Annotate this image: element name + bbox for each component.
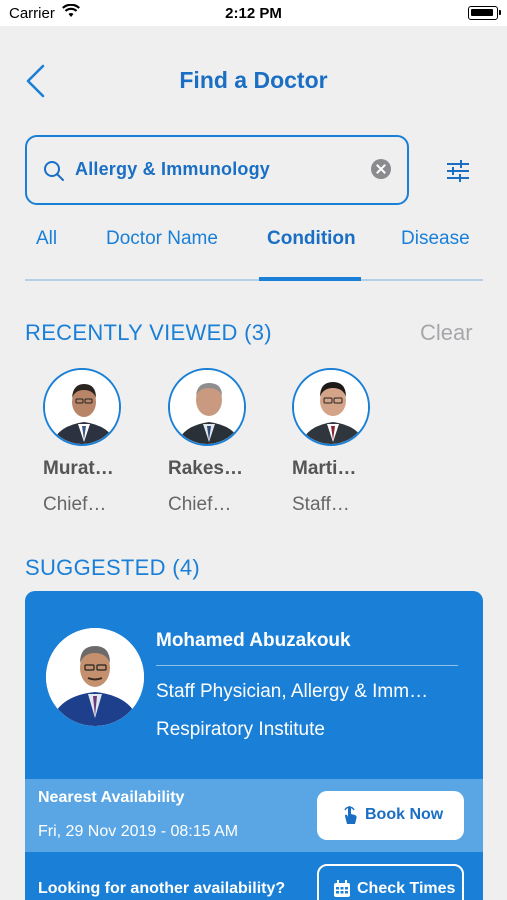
availability-label: Nearest Availability: [38, 789, 185, 806]
avatar: [168, 368, 246, 446]
doctor-title: Staff Physician, Allergy & Imm…: [156, 681, 429, 702]
clock: 2:12 PM: [225, 5, 282, 22]
clear-icon[interactable]: [371, 159, 391, 179]
availability-time: Fri, 29 Nov 2019 - 08:15 AM: [38, 823, 239, 840]
doctor-title: Chief…: [43, 494, 107, 515]
page-title: Find a Doctor: [179, 67, 328, 93]
doctor-name: Murat…: [43, 458, 114, 479]
avatar: [46, 628, 144, 726]
recent-doctor-card[interactable]: Marti… Staff…: [292, 368, 382, 516]
another-availability-label: Looking for another availability?: [38, 880, 286, 897]
availability-panel: Nearest Availability Fri, 29 Nov 2019 - …: [25, 779, 483, 852]
calendar-icon: [334, 880, 350, 897]
clear-button[interactable]: Clear: [420, 320, 473, 346]
search-input[interactable]: Allergy & Immunology: [25, 135, 409, 205]
sliders-icon[interactable]: [445, 158, 471, 184]
doctor-name: Mohamed Abuzakouk: [156, 630, 351, 651]
suggested-title: SUGGESTED (4): [25, 555, 201, 580]
tab-bar: All Doctor Name Condition Disease: [25, 228, 483, 282]
suggested-doctor-card[interactable]: Mohamed Abuzakouk Staff Physician, Aller…: [25, 591, 483, 900]
tap-hand-icon: [344, 806, 357, 824]
doctor-title: Chief…: [168, 494, 232, 515]
avatar: [43, 368, 121, 446]
doctor-name: Rakes…: [168, 458, 243, 479]
tab-disease[interactable]: Disease: [401, 228, 470, 250]
check-times-label: Check Times: [357, 880, 456, 897]
status-bar: Carrier 2:12 PM: [0, 0, 507, 26]
book-now-label: Book Now: [365, 806, 444, 823]
tab-track: [25, 279, 483, 281]
recent-doctor-card[interactable]: Rakes… Chief…: [168, 368, 258, 516]
divider: [156, 665, 458, 666]
check-times-button[interactable]: Check Times: [317, 864, 464, 900]
doctor-name: Marti…: [292, 458, 357, 479]
tab-all[interactable]: All: [36, 228, 57, 250]
search-icon: [44, 161, 64, 181]
recent-doctor-card[interactable]: Murat… Chief…: [43, 368, 133, 516]
tab-doctor-name[interactable]: Doctor Name: [106, 228, 218, 250]
search-value[interactable]: Allergy & Immunology: [75, 159, 270, 180]
avatar: [292, 368, 370, 446]
book-now-button[interactable]: Book Now: [317, 791, 464, 840]
recently-viewed-title: RECENTLY VIEWED (3): [25, 320, 272, 345]
battery-icon: [468, 6, 501, 20]
doctor-institute: Respiratory Institute: [156, 719, 325, 740]
tab-indicator: [259, 277, 361, 281]
doctor-title: Staff…: [292, 494, 350, 515]
tab-condition[interactable]: Condition: [267, 228, 356, 250]
